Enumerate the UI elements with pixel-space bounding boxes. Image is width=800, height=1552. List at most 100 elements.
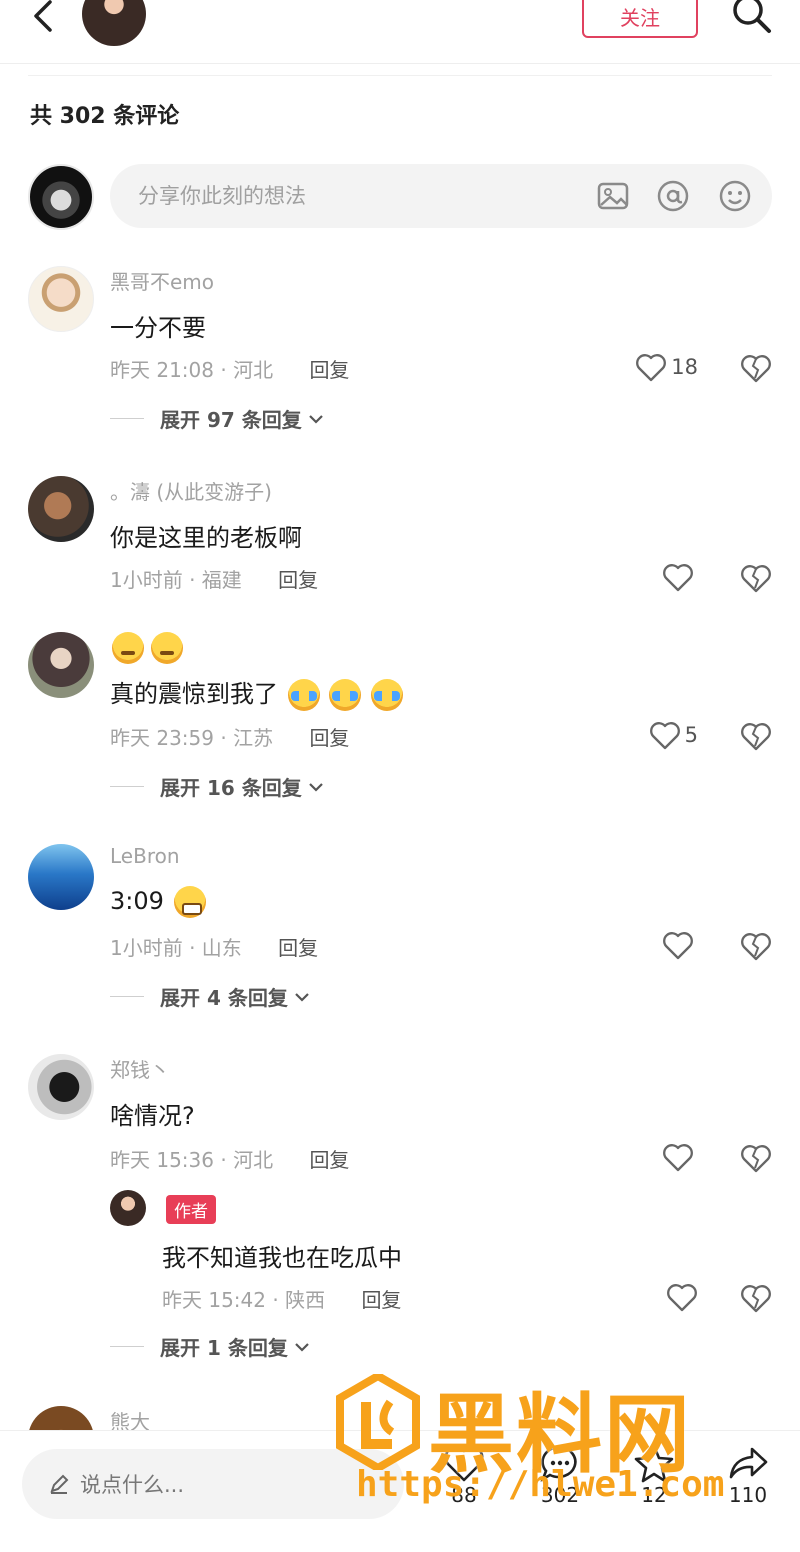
divider: [28, 75, 772, 76]
reply-author-avatar[interactable]: [110, 1190, 146, 1226]
chevron-down-icon: [295, 1342, 309, 1352]
comment-composer: [28, 162, 772, 230]
reply-text: 我不知道我也在吃瓜中: [162, 1244, 402, 1272]
commenter-avatar[interactable]: [28, 266, 94, 332]
reply-time-location: 昨天 15:42 · 陕西: [162, 1288, 326, 1312]
emoji-icon[interactable]: [718, 179, 752, 213]
commenter-name[interactable]: 郑钱丶: [110, 1054, 170, 1083]
comment-text-row: 3:09: [110, 886, 206, 918]
comment-time-location: 昨天 23:59 · 江苏: [110, 726, 274, 750]
broken-heart-icon[interactable]: [740, 562, 772, 594]
reply-button[interactable]: 回复: [278, 568, 318, 592]
like-count: 5: [684, 723, 698, 747]
heart-icon: [649, 722, 680, 750]
like-total: 88: [451, 1483, 477, 1507]
heart-icon: [444, 1445, 484, 1482]
reply-button[interactable]: 回复: [278, 936, 318, 960]
broken-heart-icon[interactable]: [740, 352, 772, 384]
commenter-name[interactable]: LeBron: [110, 844, 180, 868]
comment-text-row: 真的震惊到我了: [110, 674, 403, 711]
follow-button[interactable]: 关注: [582, 0, 698, 38]
author-badge: 作者: [166, 1195, 216, 1224]
pencil-icon: [50, 1474, 69, 1494]
comment-meta: 昨天 23:59 · 江苏 回复: [110, 722, 349, 751]
expand-divider: [110, 786, 144, 787]
like-button[interactable]: [666, 1282, 698, 1312]
reply-meta: 昨天 15:42 · 陕西 回复: [162, 1284, 401, 1313]
comment-time-location: 昨天 21:08 · 河北: [110, 358, 274, 382]
comment-item: 熊大: [28, 1406, 772, 1430]
commenter-avatar[interactable]: [28, 632, 94, 698]
like-button[interactable]: [662, 930, 698, 960]
chevron-down-icon: [308, 414, 323, 424]
expand-replies-button[interactable]: 展开 97 条回复: [110, 404, 326, 433]
heart-icon: [663, 1144, 693, 1172]
favorite-total: 12: [641, 1483, 667, 1507]
reply-button[interactable]: 回复: [309, 1148, 349, 1172]
at-icon[interactable]: [656, 179, 690, 213]
comments-count-title: 共 302 条评论: [30, 104, 180, 129]
expand-replies-label: 展开 97 条回复: [160, 408, 302, 432]
crying-laughing-emoji: [329, 679, 362, 711]
nested-reply: 作者 我不知道我也在吃瓜中 昨天 15:42 · 陕西 回复: [110, 1190, 772, 1330]
broken-heart-icon[interactable]: [740, 720, 772, 752]
commenter-avatar[interactable]: [28, 844, 94, 910]
thinking-face-emoji: [151, 632, 184, 664]
crying-laughing-emoji: [370, 679, 403, 711]
commenter-name[interactable]: 。濤 (从此变游子): [110, 476, 272, 505]
expand-replies-button[interactable]: 展开 4 条回复: [110, 982, 312, 1011]
comment-meta: 1小时前 · 福建 回复: [110, 564, 318, 593]
expand-replies-label: 展开 16 条回复: [160, 776, 302, 800]
expand-replies-button[interactable]: 展开 1 条回复: [110, 1332, 312, 1361]
expand-replies-label: 展开 1 条回复: [160, 1336, 288, 1360]
grinning-sweat-emoji: [173, 886, 206, 918]
broken-heart-icon[interactable]: [740, 930, 772, 962]
bottom-action-bar: 说点什么... 88 302 12 110: [0, 1430, 800, 1552]
top-bar: 关注: [0, 0, 800, 64]
comment-text: 真的震惊到我了: [110, 680, 278, 708]
commenter-avatar[interactable]: [28, 1406, 94, 1430]
comment-time-location: 1小时前 · 福建: [110, 568, 242, 592]
comment-action[interactable]: 302: [530, 1443, 590, 1507]
thinking-face-emoji: [112, 632, 144, 664]
like-button[interactable]: 5: [649, 720, 698, 750]
star-icon: [634, 1444, 674, 1483]
reply-button[interactable]: 回复: [309, 358, 349, 382]
author-avatar[interactable]: [82, 0, 146, 46]
reply-button[interactable]: 回复: [309, 726, 349, 750]
broken-heart-icon[interactable]: [740, 1282, 772, 1314]
share-action[interactable]: 110: [718, 1443, 778, 1507]
commenter-name[interactable]: 黑哥不emo: [110, 266, 214, 295]
commenter-avatar[interactable]: [28, 1054, 94, 1120]
expand-replies-button[interactable]: 展开 16 条回复: [110, 772, 326, 801]
comment-meta: 1小时前 · 山东 回复: [110, 932, 318, 961]
like-action[interactable]: 88: [434, 1443, 494, 1507]
commenter-name-emoji[interactable]: [110, 632, 184, 664]
share-arrow-icon: [729, 1447, 768, 1479]
heart-icon: [663, 932, 693, 960]
broken-heart-icon[interactable]: [740, 1142, 772, 1174]
heart-icon: [663, 564, 693, 592]
chevron-down-icon: [308, 782, 323, 792]
like-button[interactable]: [662, 562, 698, 592]
expand-divider: [110, 418, 144, 419]
search-icon[interactable]: [730, 0, 772, 38]
heart-icon: [636, 354, 667, 382]
commenter-name[interactable]: 熊大: [110, 1406, 150, 1430]
say-something-input[interactable]: 说点什么...: [22, 1449, 404, 1519]
comment-meta: 昨天 15:36 · 河北 回复: [110, 1144, 349, 1173]
image-icon[interactable]: [596, 179, 630, 213]
expand-replies-label: 展开 4 条回复: [160, 986, 288, 1010]
comment-time-location: 1小时前 · 山东: [110, 936, 242, 960]
user-avatar: [28, 164, 94, 230]
like-button[interactable]: [662, 1142, 698, 1172]
reply-button[interactable]: 回复: [361, 1288, 401, 1312]
like-button[interactable]: 18: [635, 352, 698, 382]
expand-divider: [110, 996, 144, 997]
back-arrow-icon[interactable]: [28, 0, 58, 36]
comment-meta: 昨天 21:08 · 河北 回复: [110, 354, 349, 383]
commenter-avatar[interactable]: [28, 476, 94, 542]
favorite-action[interactable]: 12: [624, 1443, 684, 1507]
comment-total: 302: [540, 1483, 580, 1507]
heart-icon: [667, 1284, 697, 1312]
